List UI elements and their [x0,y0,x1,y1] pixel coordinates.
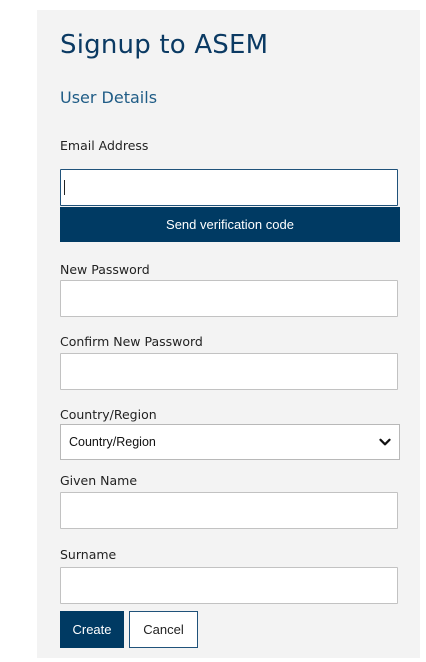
given-name-label: Given Name [60,473,138,488]
given-name-field[interactable] [60,492,398,529]
cancel-button[interactable]: Cancel [129,611,198,648]
send-verification-code-button[interactable]: Send verification code [60,207,400,242]
email-label: Email Address [60,138,149,153]
section-heading-user-details: User Details [60,88,158,107]
confirm-password-label: Confirm New Password [60,334,203,349]
signup-panel: Signup to ASEM User Details Email Addres… [37,10,420,658]
confirm-password-field[interactable] [60,353,398,390]
country-label: Country/Region [60,407,157,422]
text-caret [64,180,65,195]
surname-field[interactable] [60,567,398,604]
surname-label: Surname [60,547,117,562]
create-button[interactable]: Create [60,611,124,648]
email-field[interactable] [60,169,398,206]
new-password-label: New Password [60,262,150,277]
page-title: Signup to ASEM [60,30,269,60]
country-select[interactable]: Country/Region [60,424,400,460]
chevron-down-icon [379,438,391,446]
country-select-value: Country/Region [69,435,156,449]
new-password-field[interactable] [60,280,398,317]
